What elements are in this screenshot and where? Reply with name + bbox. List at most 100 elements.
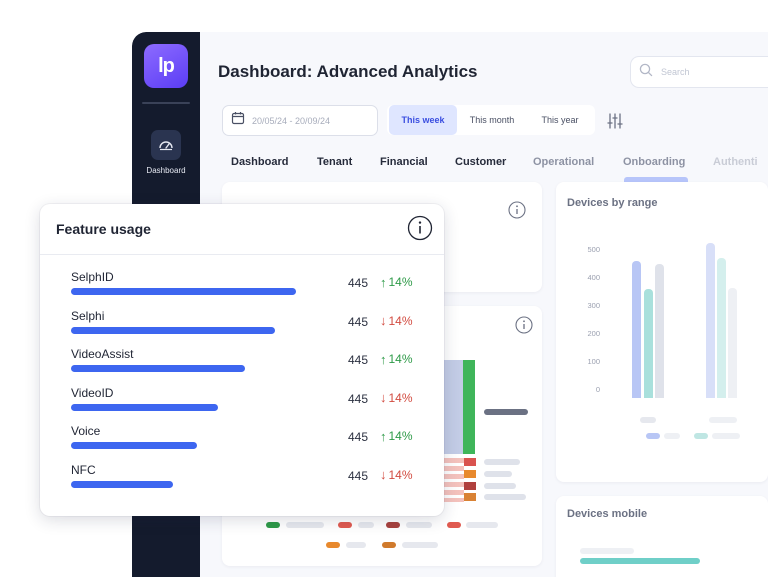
legend-placeholder	[402, 542, 438, 548]
stacked-segment	[444, 458, 464, 502]
legend-placeholder	[406, 522, 432, 528]
x-tick-placeholder	[709, 417, 737, 423]
legend-placeholder	[346, 542, 366, 548]
usage-bar	[71, 365, 245, 372]
tab-financial[interactable]: Financial	[380, 156, 428, 168]
devices-mobile-card: Devices mobile	[556, 496, 768, 577]
arrow-down-icon: ↓	[380, 313, 387, 328]
y-tick: 300	[587, 301, 600, 310]
feature-name: SelphID	[71, 270, 114, 284]
change-badge: ↑ 14%	[380, 429, 413, 443]
y-tick: 0	[595, 385, 600, 394]
sidebar-item-label: Dashboard	[146, 166, 186, 175]
stacked-segment	[464, 470, 476, 478]
legend-placeholder	[286, 522, 324, 528]
stacked-segment	[444, 360, 463, 454]
info-icon[interactable]	[407, 215, 433, 241]
sidebar-divider	[142, 102, 190, 104]
page-title: Dashboard: Advanced Analytics	[218, 62, 478, 81]
stacked-segment	[464, 482, 476, 490]
date-range-value: 20/05/24 - 20/09/24	[252, 115, 331, 126]
change-value: 14%	[388, 352, 413, 366]
change-value: 14%	[388, 313, 413, 328]
legend-swatch	[326, 542, 340, 548]
tab-customer[interactable]: Customer	[455, 156, 506, 168]
period-this-year[interactable]: This year	[527, 105, 593, 135]
arrow-up-icon: ↑	[380, 428, 387, 444]
gauge-icon	[151, 130, 181, 160]
search-input[interactable]: Search	[630, 56, 768, 88]
feature-row[interactable]: Selphi 445 ↓ 14%	[40, 309, 444, 347]
y-tick: 500	[587, 245, 600, 254]
date-range-picker[interactable]: 20/05/24 - 20/09/24	[222, 105, 378, 136]
app-logo[interactable]: lp	[144, 44, 188, 88]
feature-row[interactable]: NFC 445 ↓ 14%	[40, 463, 444, 501]
legend-placeholder	[484, 459, 520, 465]
chart-bar	[655, 264, 664, 398]
period-this-month[interactable]: This month	[459, 105, 525, 135]
legend-placeholder	[466, 522, 498, 528]
chart-bar	[728, 288, 737, 398]
feature-row[interactable]: VideoAssist 445 ↑ 14%	[40, 347, 444, 385]
info-icon[interactable]	[508, 201, 526, 219]
legend-placeholder	[484, 471, 512, 477]
feature-row[interactable]: VideoID 445 ↓ 14%	[40, 386, 444, 424]
usage-value: 445	[348, 468, 369, 483]
y-tick: 100	[587, 357, 600, 366]
y-tick: 200	[587, 329, 600, 338]
devices-by-range-card: Devices by range 500 400 300 200 100 0	[556, 182, 768, 482]
legend-swatch	[694, 433, 708, 439]
usage-value: 445	[348, 314, 369, 329]
tab-onboarding[interactable]: Onboarding	[623, 156, 685, 168]
chart-bar	[717, 258, 726, 398]
divider	[40, 254, 444, 255]
info-icon[interactable]	[515, 316, 533, 334]
legend-swatch	[646, 433, 660, 439]
tab-authentication[interactable]: Authenti	[713, 156, 758, 168]
sidebar-item-dashboard[interactable]: Dashboard	[132, 130, 200, 182]
x-tick-placeholder	[640, 417, 656, 423]
tab-dashboard[interactable]: Dashboard	[231, 156, 288, 168]
usage-bar	[71, 403, 218, 411]
feature-name: Selphi	[71, 308, 105, 323]
feature-row[interactable]: Voice 445 ↑ 14%	[40, 424, 444, 462]
tab-tenant[interactable]: Tenant	[317, 156, 352, 168]
legend-placeholder	[484, 494, 526, 500]
usage-bar	[71, 442, 197, 449]
tab-operational[interactable]: Operational	[533, 156, 594, 168]
legend-swatch	[386, 522, 400, 528]
card-title: Devices mobile	[567, 508, 648, 520]
change-badge: ↑ 14%	[380, 275, 413, 289]
usage-value: 445	[348, 353, 369, 367]
legend-placeholder	[664, 433, 680, 439]
usage-bar	[71, 288, 296, 295]
usage-bar	[71, 480, 173, 488]
card-title: Devices by range	[567, 197, 658, 209]
feature-name: VideoAssist	[71, 347, 134, 361]
filter-sliders-icon[interactable]	[606, 112, 624, 130]
stacked-segment	[464, 458, 476, 466]
chart-bar	[706, 243, 715, 398]
change-value: 14%	[388, 429, 413, 443]
calendar-icon	[231, 111, 245, 130]
y-tick: 400	[587, 273, 600, 282]
arrow-up-icon: ↑	[380, 351, 387, 367]
change-badge: ↓ 14%	[380, 468, 413, 482]
arrow-up-icon: ↑	[380, 274, 387, 290]
search-icon	[639, 63, 653, 82]
stacked-segment	[464, 493, 476, 501]
chart-bar	[644, 289, 653, 398]
feature-row[interactable]: SelphID 445 ↑ 14%	[40, 270, 444, 308]
feature-usage-card: Feature usage SelphID 445 ↑ 14% Selphi 445 ↓ 14…	[40, 204, 444, 516]
change-value: 14%	[388, 390, 413, 405]
legend-placeholder	[484, 409, 528, 415]
change-badge: ↓ 14%	[380, 314, 413, 328]
legend-swatch	[338, 522, 352, 528]
legend-swatch	[447, 522, 461, 528]
progress-bar	[580, 558, 700, 564]
usage-bar	[71, 326, 275, 334]
change-value: 14%	[388, 275, 413, 289]
feature-name: NFC	[71, 462, 96, 477]
period-this-week[interactable]: This week	[389, 105, 457, 135]
feature-name: Voice	[71, 424, 101, 438]
